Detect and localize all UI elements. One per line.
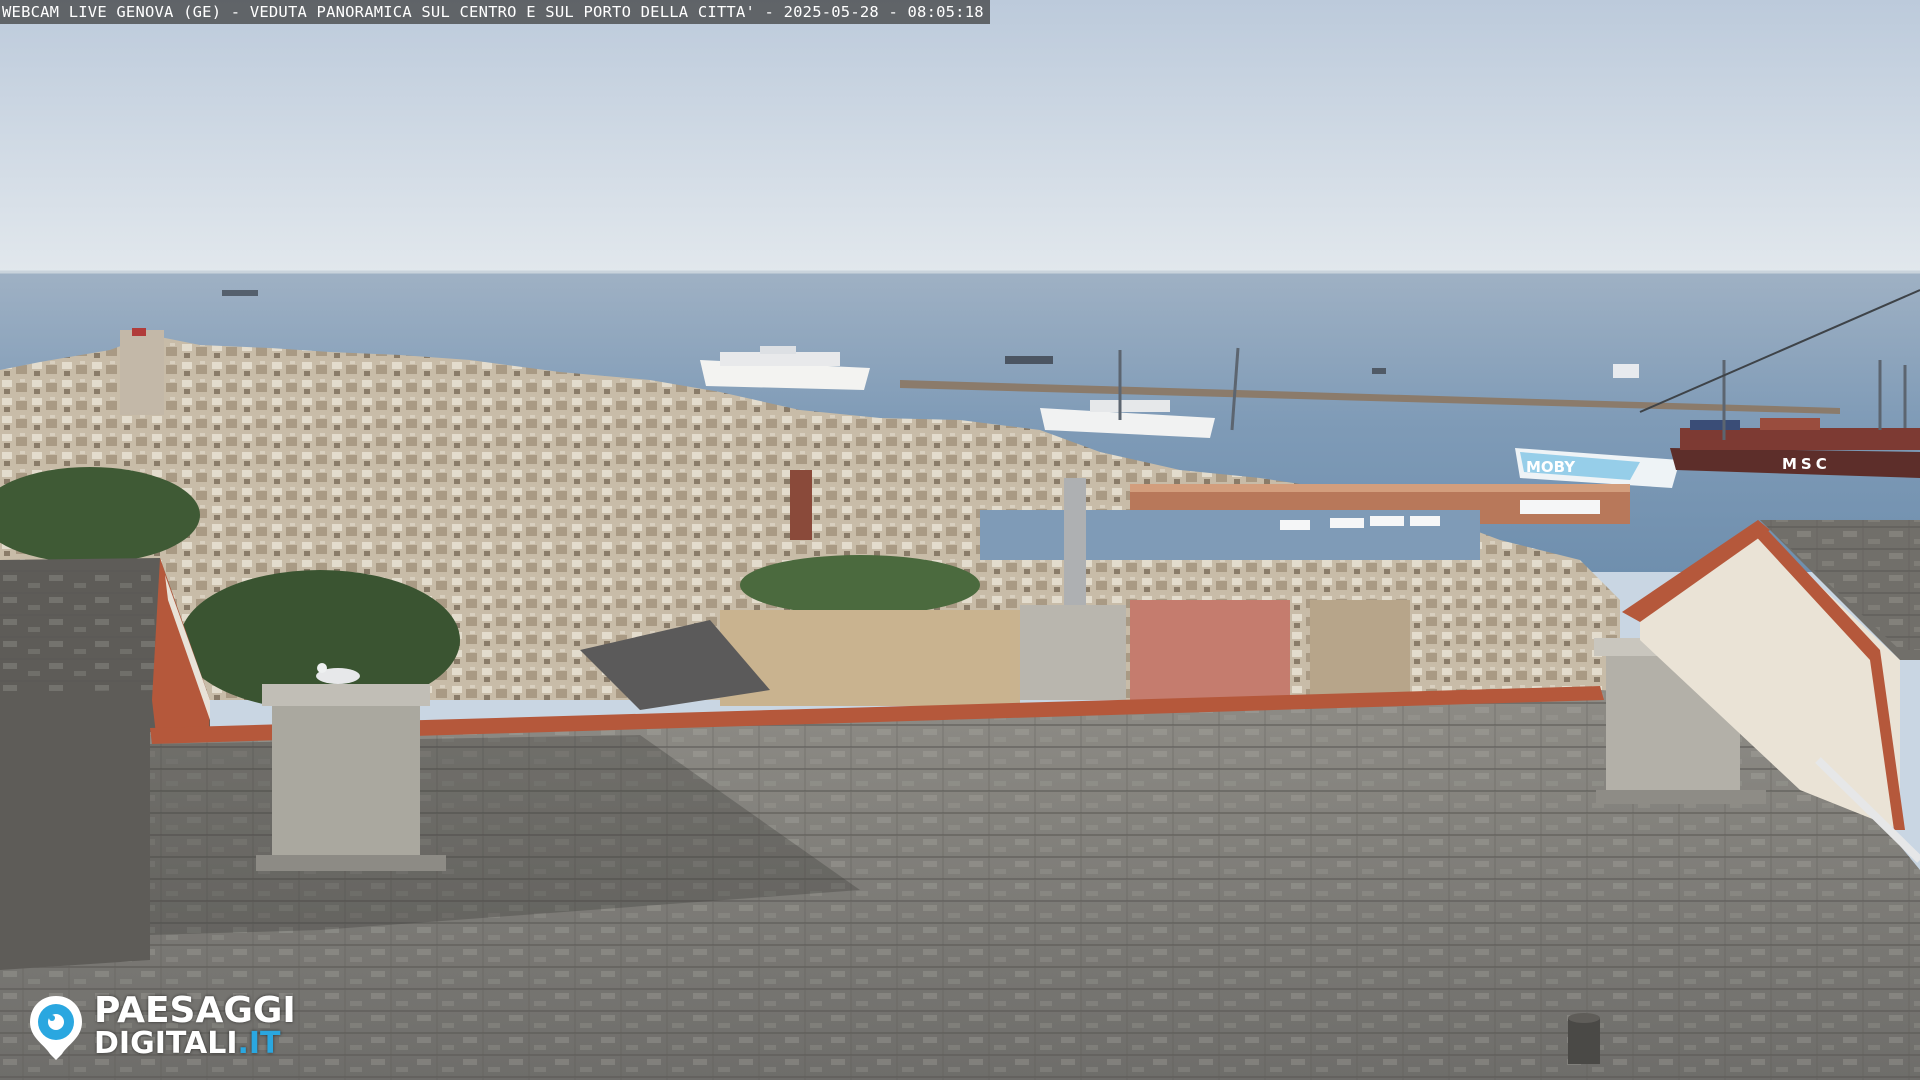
webcam-caption-text: WEBCAM LIVE GENOVA (GE) - VEDUTA PANORAM… [2, 3, 984, 21]
skyscraper [120, 330, 164, 415]
logo-line2-main: DIGITALI [94, 1026, 238, 1061]
camera-eye-icon [30, 996, 82, 1060]
webcam-scene: MOBY MSC [0, 0, 1920, 1080]
distant-ship [1372, 368, 1386, 374]
logo-line2: DIGITALI.IT [94, 1027, 296, 1060]
tree-canopy [740, 555, 980, 615]
bell-tower [790, 470, 812, 540]
logo-line2-accent: .IT [237, 1026, 281, 1061]
building [1310, 600, 1410, 700]
sky [0, 0, 1920, 275]
chimney-base [1020, 605, 1126, 700]
roof-vent [1568, 1018, 1600, 1064]
building [1130, 600, 1290, 700]
logo-wordmark: PAESAGGI DIGITALI.IT [94, 990, 296, 1061]
left-chimney [256, 684, 446, 871]
paesaggi-digitali-logo[interactable]: PAESAGGI DIGITALI.IT [26, 990, 296, 1064]
webcam-caption-bar: WEBCAM LIVE GENOVA (GE) - VEDUTA PANORAM… [0, 0, 990, 24]
marina-water [980, 510, 1480, 560]
distant-ship [1613, 364, 1639, 378]
distant-ship [1005, 356, 1053, 364]
distant-ship [222, 290, 258, 296]
building [720, 610, 1020, 706]
smokestack [1064, 478, 1086, 608]
logo-line1: PAESAGGI [94, 990, 296, 1031]
msc-ship-label: MSC [1782, 455, 1831, 473]
moby-ferry-label: MOBY [1526, 458, 1576, 476]
